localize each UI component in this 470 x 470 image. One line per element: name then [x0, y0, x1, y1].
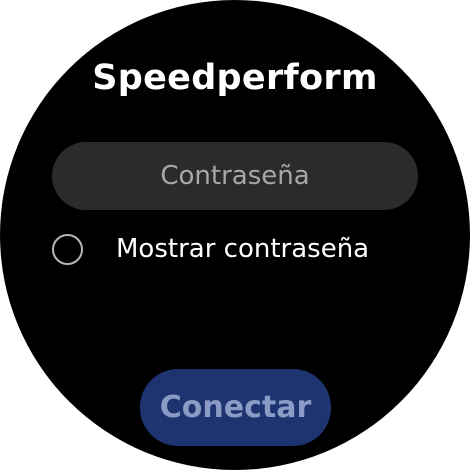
show-password-label: Mostrar contraseña [116, 234, 370, 264]
show-password-toggle[interactable]: Mostrar contraseña [52, 229, 369, 269]
password-input[interactable] [52, 142, 418, 210]
page-title: Speedperform [92, 58, 378, 98]
connect-button[interactable]: Conectar [140, 369, 331, 446]
watch-screen: Speedperform Mostrar contraseña Conectar [0, 0, 470, 470]
radio-unchecked-icon[interactable] [52, 233, 83, 265]
